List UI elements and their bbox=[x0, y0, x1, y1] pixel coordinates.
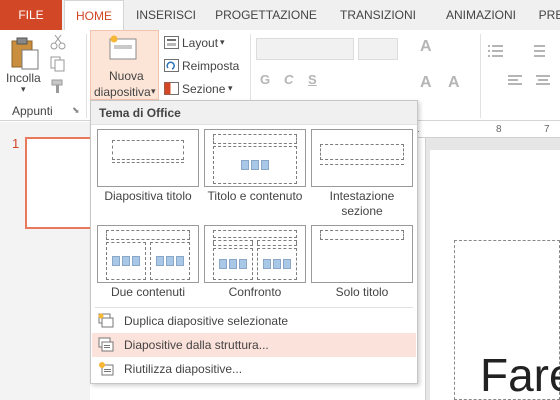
menu-item-label: Duplica diapositive selezionate bbox=[124, 314, 289, 328]
layout-section-header[interactable]: Intestazione sezione bbox=[311, 129, 413, 219]
layout-button[interactable]: Layout ▾ bbox=[162, 33, 244, 53]
group-divider bbox=[480, 34, 481, 118]
new-slide-gallery: Tema di Office Diapositiva titolo Titolo… bbox=[90, 100, 418, 384]
chevron-down-icon: ▾ bbox=[228, 83, 233, 93]
tab-file[interactable]: FILE bbox=[0, 0, 62, 30]
layout-title-only[interactable]: Solo titolo bbox=[311, 225, 413, 300]
layout-label: Solo titolo bbox=[335, 285, 389, 299]
menu-item-slides-from-outline[interactable]: Diapositive dalla struttura... bbox=[92, 333, 416, 357]
new-slide-icon bbox=[109, 35, 137, 60]
menu-item-reuse-slides[interactable]: Riutilizza diapositive... bbox=[92, 357, 416, 381]
layout-thumbnail bbox=[311, 129, 413, 187]
slide-title-text[interactable]: Fare bbox=[480, 352, 560, 398]
gallery-header: Tema di Office bbox=[91, 101, 417, 125]
layout-label: Due contenuti bbox=[110, 285, 186, 299]
cut-icon[interactable] bbox=[50, 34, 66, 50]
layout-label: Confronto bbox=[228, 285, 282, 299]
clipboard-group-label: Appunti bbox=[12, 104, 53, 118]
menu-divider bbox=[95, 307, 413, 308]
format-painter-icon[interactable] bbox=[50, 78, 66, 94]
placeholder-outline bbox=[112, 140, 184, 160]
reset-icon bbox=[164, 59, 179, 72]
layout-thumbnail bbox=[97, 129, 199, 187]
layout-thumbnail bbox=[204, 225, 306, 283]
layout-thumbnail bbox=[311, 225, 413, 283]
placeholder-outline bbox=[213, 230, 297, 238]
clipboard-icon bbox=[11, 37, 39, 70]
ruler-label: 8 bbox=[496, 124, 502, 135]
placeholder-outline bbox=[106, 230, 190, 240]
section-icon bbox=[164, 82, 179, 95]
menu-item-duplicate-slides[interactable]: Duplica diapositive selezionate bbox=[92, 309, 416, 333]
slide-thumbnail[interactable] bbox=[25, 137, 95, 229]
slides-panel: 1 bbox=[0, 122, 95, 400]
font-color-button[interactable]: A bbox=[420, 74, 432, 92]
font-size-box[interactable] bbox=[358, 38, 398, 60]
bullets-icon[interactable] bbox=[488, 44, 504, 58]
menu-item-label: Riutilizza diapositive... bbox=[124, 362, 243, 376]
reset-label: Reimposta bbox=[182, 59, 240, 73]
underline-button[interactable]: S bbox=[308, 72, 317, 87]
layout-label: Titolo e contenuto bbox=[207, 189, 303, 203]
placeholder-outline bbox=[213, 240, 253, 246]
reset-button[interactable]: Reimposta bbox=[162, 56, 244, 76]
chevron-down-icon: ▾ bbox=[21, 84, 26, 94]
layout-thumbnail bbox=[97, 225, 199, 283]
tab-design[interactable]: PROGETTAZIONE bbox=[208, 0, 324, 30]
bold-button[interactable]: G bbox=[260, 72, 270, 87]
reuse-slides-icon bbox=[99, 362, 114, 376]
layout-two-content[interactable]: Due contenuti bbox=[97, 225, 199, 300]
section-label: Sezione bbox=[182, 82, 226, 96]
menu-item-label: Diapositive dalla struttura... bbox=[124, 338, 269, 352]
italic-button[interactable]: C bbox=[284, 72, 293, 87]
duplicate-slides-icon bbox=[98, 313, 114, 328]
layout-comparison[interactable]: Confronto bbox=[204, 225, 306, 300]
ruler-label: 7 bbox=[544, 124, 550, 135]
paste-button[interactable]: Incolla ▾ bbox=[2, 32, 48, 98]
copy-icon[interactable] bbox=[50, 56, 66, 72]
tab-slideshow[interactable]: PRE bbox=[536, 0, 560, 30]
content-icons bbox=[156, 256, 184, 266]
dialog-launcher-icon[interactable]: ⬊ bbox=[72, 105, 80, 116]
new-slide-label-line1: Nuova bbox=[109, 69, 144, 83]
chevron-down-icon: ▾ bbox=[220, 37, 225, 47]
layout-label: Diapositiva titolo bbox=[104, 189, 192, 203]
numbering-icon[interactable] bbox=[530, 44, 546, 58]
content-icons bbox=[263, 259, 291, 269]
group-divider bbox=[86, 34, 87, 118]
new-slide-button[interactable]: Nuova diapositiva ▾ bbox=[90, 30, 159, 100]
placeholder-outline bbox=[112, 162, 184, 166]
paste-label: Incolla bbox=[6, 71, 41, 85]
section-button[interactable]: Sezione ▾ bbox=[162, 79, 244, 99]
placeholder-outline bbox=[320, 230, 404, 240]
align-center-icon[interactable] bbox=[536, 74, 552, 88]
placeholder-outline bbox=[320, 144, 404, 160]
layout-label: Layout bbox=[182, 36, 219, 50]
align-left-icon[interactable] bbox=[508, 74, 524, 88]
ribbon-tab-bar: FILE HOME INSERISCI PROGETTAZIONE TRANSI… bbox=[0, 0, 560, 31]
placeholder-outline bbox=[257, 240, 297, 246]
chevron-down-icon: ▾ bbox=[151, 86, 156, 96]
layout-label: Intestazione sezione bbox=[329, 189, 395, 218]
slide-number: 1 bbox=[12, 136, 20, 151]
increase-font-button[interactable]: A bbox=[420, 38, 432, 56]
tab-transitions[interactable]: TRANSIZIONI bbox=[330, 0, 426, 30]
content-icons bbox=[219, 259, 247, 269]
font-size-glyph[interactable]: A bbox=[448, 74, 460, 92]
tab-animations[interactable]: ANIMAZIONI bbox=[432, 0, 530, 30]
layout-icon bbox=[164, 36, 179, 49]
font-name-box[interactable] bbox=[256, 38, 354, 60]
layout-title-content[interactable]: Titolo e contenuto bbox=[204, 129, 306, 204]
content-icons bbox=[241, 160, 269, 170]
tab-home[interactable]: HOME bbox=[64, 0, 124, 31]
tab-insert[interactable]: INSERISCI bbox=[130, 0, 202, 30]
placeholder-outline bbox=[213, 134, 297, 144]
layout-title-slide[interactable]: Diapositiva titolo bbox=[97, 129, 199, 204]
content-icons bbox=[112, 256, 140, 266]
layout-thumbnail bbox=[204, 129, 306, 187]
placeholder-outline bbox=[320, 164, 404, 168]
horizontal-ruler: 1 8 7 bbox=[410, 122, 560, 138]
new-slide-label-line2: diapositiva bbox=[94, 85, 151, 99]
slides-from-outline-icon bbox=[98, 337, 114, 352]
